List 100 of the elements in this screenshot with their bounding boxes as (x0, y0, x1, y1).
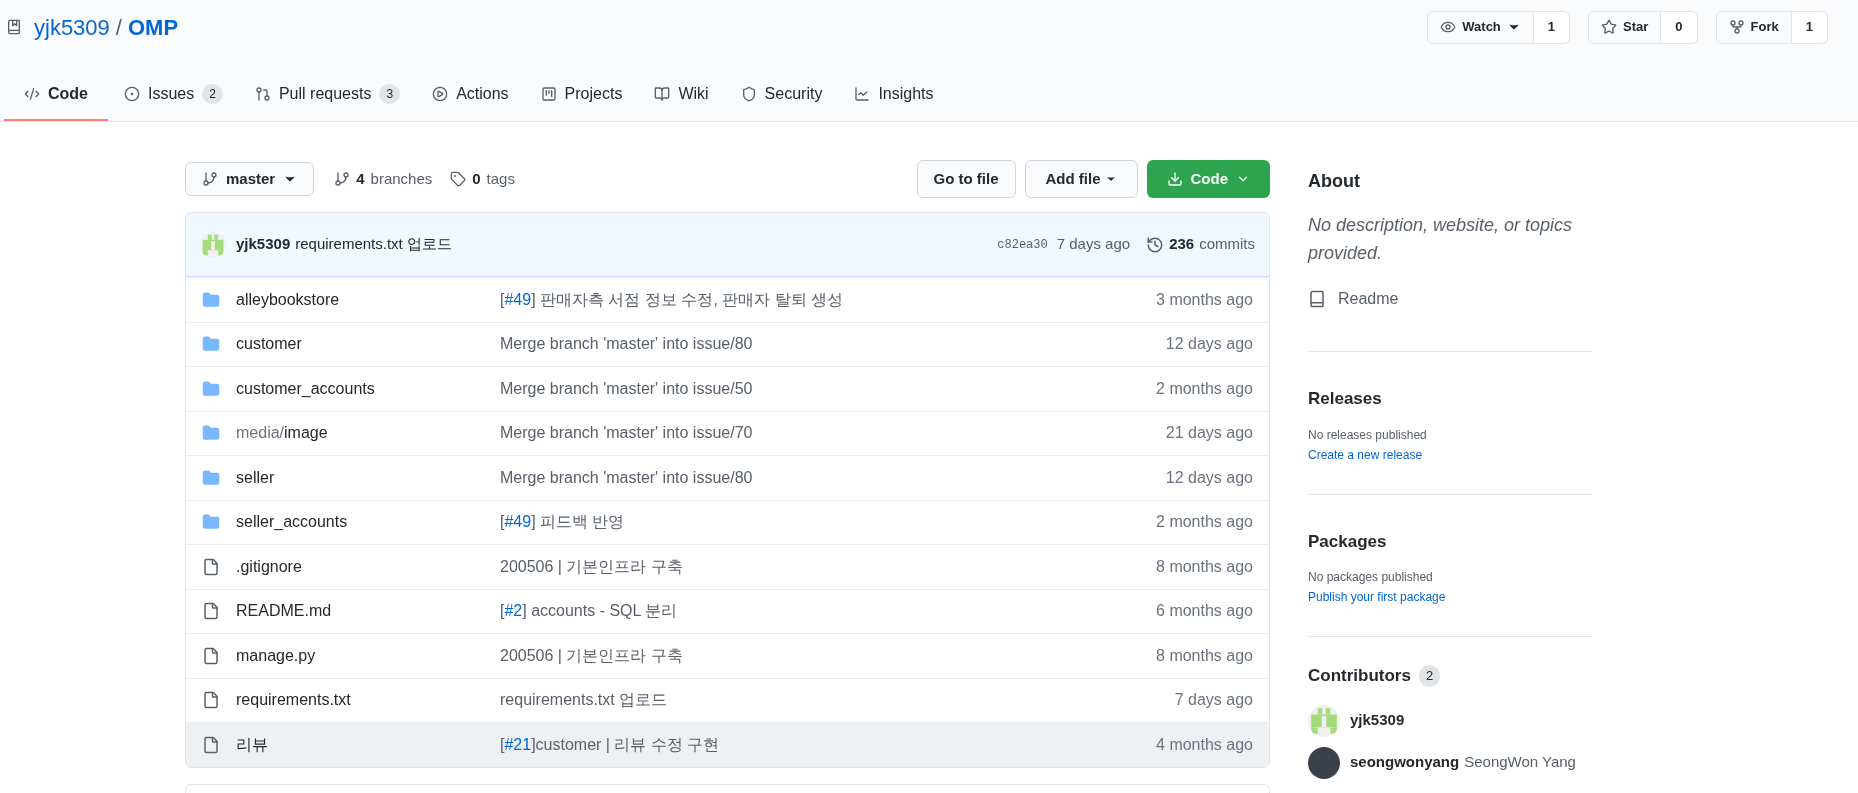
history-icon (1146, 235, 1165, 254)
repo-tab[interactable]: Pull requests 3 (238, 69, 417, 121)
commit-message: requirements.txt 업로드 (500, 690, 668, 711)
issue-circle-icon (124, 86, 140, 102)
file-name[interactable]: seller (236, 465, 500, 490)
commit-age: 12 days ago (1165, 467, 1253, 488)
file-icon (202, 646, 220, 665)
repo-tab[interactable]: Issues 2 (108, 69, 239, 121)
fork-button[interactable]: Fork (1715, 10, 1792, 44)
add-file-button[interactable]: Add file (1024, 160, 1138, 198)
play-icon (432, 86, 449, 102)
commit-message: Merge branch 'master' into issue/80 (500, 334, 753, 355)
star-button[interactable]: Star (1588, 10, 1662, 44)
social-count[interactable]: 1 (1791, 10, 1828, 44)
file-name[interactable]: media/image (236, 421, 500, 446)
repo-tab[interactable]: Insights (838, 69, 950, 121)
project-board-icon (540, 86, 557, 102)
go-to-file-button[interactable]: Go to file (916, 160, 1016, 198)
file-name[interactable]: alleybookstore (236, 287, 500, 312)
folder-icon (202, 424, 220, 443)
commit-message: 200506 | 기본인프라 구축 (500, 645, 683, 666)
commit-message: [#2] accounts - SQL 분리 (500, 601, 678, 622)
file-name[interactable]: customer_accounts (236, 376, 500, 401)
contributor-login[interactable]: seongwonyang (1350, 751, 1460, 774)
file-name[interactable]: requirements.txt (236, 688, 500, 713)
contributors-heading: Contributors (1308, 665, 1411, 687)
branch-select[interactable]: master (185, 162, 315, 196)
tag-icon (450, 171, 467, 187)
issue-link[interactable]: #21 (504, 735, 532, 753)
folder-icon (202, 379, 220, 398)
latest-commit-message: requirements.txt 업로드 (295, 234, 452, 255)
contributor-name: SeongWon Yang (1464, 752, 1576, 773)
file-name[interactable]: README.md (236, 599, 500, 624)
repo-tab[interactable]: Wiki (638, 69, 725, 121)
repo-icon (6, 19, 22, 35)
repo-tab[interactable]: Code (4, 69, 108, 121)
file-icon (202, 735, 220, 754)
commit-sha[interactable]: c82ea30 (997, 235, 1048, 254)
commit-message: Merge branch 'master' into issue/80 (500, 467, 753, 488)
owner-link[interactable]: yjk5309 (34, 10, 110, 44)
readme-link[interactable]: Readme (1308, 287, 1592, 311)
branch-icon (334, 171, 351, 187)
watch-button[interactable]: Watch (1427, 10, 1534, 44)
file-row[interactable]: 리뷰 [#21]customer | 리뷰 수정 구현 4 months ago (186, 722, 1269, 767)
contributor-login[interactable]: yjk5309 (1350, 709, 1405, 732)
commit-message: 200506 | 기본인프라 구축 (500, 556, 683, 577)
issue-link[interactable]: #49 (504, 290, 532, 308)
commits-link[interactable]: 236 commits (1146, 233, 1255, 256)
commit-age: 7 days ago (1174, 690, 1253, 711)
commit-author[interactable]: yjk5309 (236, 233, 291, 256)
packages-empty-text: No packages published (1308, 569, 1434, 586)
identicon-avatar (200, 231, 226, 258)
branches-link[interactable]: 4 branches (334, 167, 433, 191)
commit-age: 2 months ago (1156, 378, 1253, 399)
file-icon (202, 602, 220, 621)
tags-link[interactable]: 0 tags (450, 167, 515, 191)
commit-message: [#49] 판매자측 서점 정보 수정, 판매자 탈퇴 생성 (500, 289, 844, 310)
releases-empty-text: No releases published (1308, 426, 1428, 444)
commit-age: 3 months ago (1156, 289, 1253, 310)
social-count[interactable]: 0 (1661, 10, 1698, 44)
about-description: No description, website, or topics provided. (1308, 214, 1574, 265)
commit-age: 2 months ago (1156, 512, 1253, 533)
eye-icon (1440, 19, 1457, 35)
contributors-counter: 2 (1418, 665, 1441, 687)
line-chart-icon (854, 86, 871, 102)
book-icon (654, 86, 671, 102)
path-separator: / (115, 13, 122, 42)
file-name[interactable]: 리뷰 (236, 732, 500, 757)
folder-icon (202, 335, 220, 354)
releases-heading: Releases (1308, 388, 1383, 410)
repo-tab[interactable]: Actions (416, 69, 525, 121)
shield-icon (740, 86, 757, 102)
folder-icon (202, 513, 220, 532)
social-count[interactable]: 1 (1533, 10, 1571, 44)
repo-name-link[interactable]: OMP (127, 10, 179, 44)
file-name[interactable]: customer (236, 332, 500, 357)
file-name[interactable]: .gitignore (236, 554, 500, 579)
file-icon (202, 691, 220, 710)
pull-request-icon (254, 86, 271, 102)
create-release-link[interactable]: Create a new release (1308, 445, 1592, 464)
tab-counter: 3 (379, 84, 401, 104)
about-heading: About (1308, 170, 1361, 193)
repo-tab[interactable]: Security (724, 69, 839, 121)
identicon-avatar (1308, 704, 1340, 737)
commit-age: 6 months ago (1156, 601, 1253, 622)
commit-age: 21 days ago (1165, 423, 1253, 444)
branch-icon (202, 171, 218, 187)
star-icon (1601, 19, 1618, 35)
file-icon (202, 557, 220, 576)
commit-age: 12 days ago (1165, 334, 1253, 355)
code-icon (24, 86, 40, 102)
download-icon (1166, 171, 1183, 187)
commit-age: 4 months ago (1156, 734, 1253, 755)
publish-package-link[interactable]: Publish your first package (1308, 588, 1592, 606)
issue-link[interactable]: #2 (504, 602, 523, 620)
packages-heading: Packages (1308, 530, 1388, 553)
issue-link[interactable]: #49 (504, 513, 532, 531)
file-name[interactable]: manage.py (236, 643, 500, 668)
file-name[interactable]: seller_accounts (236, 510, 500, 535)
repo-tab[interactable]: Projects (524, 69, 639, 121)
